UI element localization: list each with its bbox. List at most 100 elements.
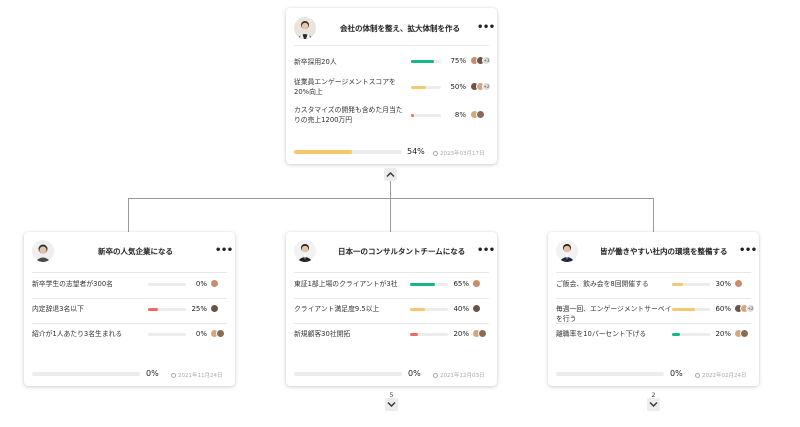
chevron-down-icon [387,402,396,407]
key-result-percent: 0% [195,280,207,288]
key-result-row[interactable]: 従業員エンゲージメントスコアを20%向上 50% +2 [286,76,497,102]
key-result-row[interactable]: 離職率を10パーセント下げる 20% [548,324,759,348]
objective-title: 会社の体制を整え、拡大体制を作る [340,24,460,33]
key-result-label: カスタマイズの開発も含めた月当たりの売上1200万円 [294,106,403,124]
key-result-percent: 40% [453,305,469,313]
objective-title: 日本一のコンサルタントチームになる [338,247,466,256]
key-result-percent: 8% [454,111,466,119]
key-result-row[interactable]: 東証1部上場のクライアントが3社 65% [286,274,497,298]
objective-progress-bar [556,372,664,376]
key-result-progress-bar [411,86,441,89]
key-result-row[interactable]: クライアント満足度9.5以上 40% [286,299,497,323]
key-result-label: 離職率を10パーセント下げる [556,330,647,338]
objective-progress-bar [294,150,402,154]
due-date: 2021年12月03日 [433,371,485,379]
more-options-icon[interactable]: ••• [739,246,757,256]
clock-icon [171,372,176,378]
assignee-more-badge: +2 [482,82,491,91]
objective-card[interactable]: 新卒の人気企業になる ••• 新卒学生の志望者が300名 0% 内定辞退3名以下… [24,232,235,386]
avatar [294,17,316,39]
objective-card[interactable]: 日本一のコンサルタントチームになる ••• 東証1部上場のクライアントが3社 6… [286,232,497,386]
assignee-avatar [472,279,481,288]
assignee-avatar [210,279,219,288]
divider [556,323,751,324]
chevron-up-icon [386,172,395,177]
avatar [32,240,54,262]
key-result-label: 東証1部上場のクライアントが3社 [294,280,398,288]
divider [294,45,489,46]
due-date-text: 2021年11月24日 [178,373,223,379]
objective-progress-bar [32,372,140,376]
key-result-row[interactable]: ご飯会、飲み会を8回開催する 30% [548,274,759,298]
divider [556,272,751,273]
divider [294,298,489,299]
key-result-row[interactable]: 内定辞退3名以下 25% [24,299,235,323]
assignee-avatar [472,304,481,313]
more-options-icon[interactable]: ••• [477,246,495,256]
divider [32,298,227,299]
key-result-row[interactable]: 新規顧客30社開拓 20% [286,324,497,348]
key-result-row[interactable]: 新卒学生の志望者が300名 0% [24,274,235,298]
assignee-avatar [476,110,485,119]
objective-progress-percent: 0% [408,369,421,378]
assignee-avatar [740,329,749,338]
key-result-row[interactable]: カスタマイズの開発も含めた月当たりの売上1200万円 8% [286,104,497,130]
key-result-percent: 65% [453,280,469,288]
due-date: 2021年11月24日 [171,371,223,379]
key-result-percent: 75% [450,57,466,65]
divider [294,323,489,324]
objective-progress-percent: 0% [670,369,683,378]
key-result-label: 紹介が1人あたり3名生まれる [32,330,123,338]
assignee-avatar [734,279,743,288]
objective-title: 新卒の人気企業になる [98,247,173,256]
key-result-progress-bar [411,60,441,63]
expand-toggle[interactable] [385,398,398,411]
assignee-more-badge: +3 [482,56,491,65]
objective-progress-percent: 54% [407,147,425,156]
divider [294,272,489,273]
key-result-label: 毎週一回、エンゲージメントサーベイを行う [556,305,672,323]
clock-icon [433,150,438,156]
divider [556,298,751,299]
key-result-percent: 30% [715,280,731,288]
key-result-percent: 20% [715,330,731,338]
key-result-label: 新規顧客30社開拓 [294,330,351,338]
due-date-text: 2022年02月24日 [702,373,747,379]
objective-card-root[interactable]: 会社の体制を整え、拡大体制を作る ••• 新卒採用20人 75% +3 従業員エ… [286,8,497,164]
key-result-label: 内定辞退3名以下 [32,305,84,313]
key-result-row[interactable]: 毎週一回、エンゲージメントサーベイを行う 60% +2 [548,299,759,323]
key-result-label: 新卒採用20人 [294,58,337,66]
key-result-percent: 20% [453,330,469,338]
avatar [556,240,578,262]
key-result-label: クライアント満足度9.5以上 [294,305,380,313]
collapse-toggle-root[interactable] [384,168,397,181]
key-result-percent: 50% [450,83,466,91]
connector-right [653,198,654,232]
connector-root-down [390,178,391,198]
key-result-percent: 25% [191,305,207,313]
clock-icon [695,372,700,378]
key-result-label: 従業員エンゲージメントスコアを20%向上 [294,78,396,96]
connector-center [390,198,391,232]
key-result-percent: 60% [715,305,731,313]
more-options-icon[interactable]: ••• [215,246,233,256]
more-options-icon[interactable]: ••• [477,23,495,33]
due-date: 2023年03月17日 [433,149,485,157]
divider [32,323,227,324]
objective-card[interactable]: 皆が働きやすい社内の環境を整備する ••• ご飯会、飲み会を8回開催する 30%… [548,232,759,386]
objective-title: 皆が働きやすい社内の環境を整備する [600,247,728,256]
expand-toggle[interactable] [647,398,660,411]
assignee-more-badge: +2 [746,304,755,313]
assignee-avatar [478,329,487,338]
connector-left [128,198,129,232]
key-result-row[interactable]: 新卒採用20人 75% +3 [286,52,497,72]
key-result-percent: 0% [195,330,207,338]
due-date-text: 2021年12月03日 [440,373,485,379]
clock-icon [433,372,438,378]
key-result-progress-bar [411,114,441,117]
divider [32,272,227,273]
avatar [294,240,316,262]
assignee-avatar [216,329,225,338]
key-result-row[interactable]: 紹介が1人あたり3名生まれる 0% [24,324,235,348]
objective-progress-bar [294,372,402,376]
